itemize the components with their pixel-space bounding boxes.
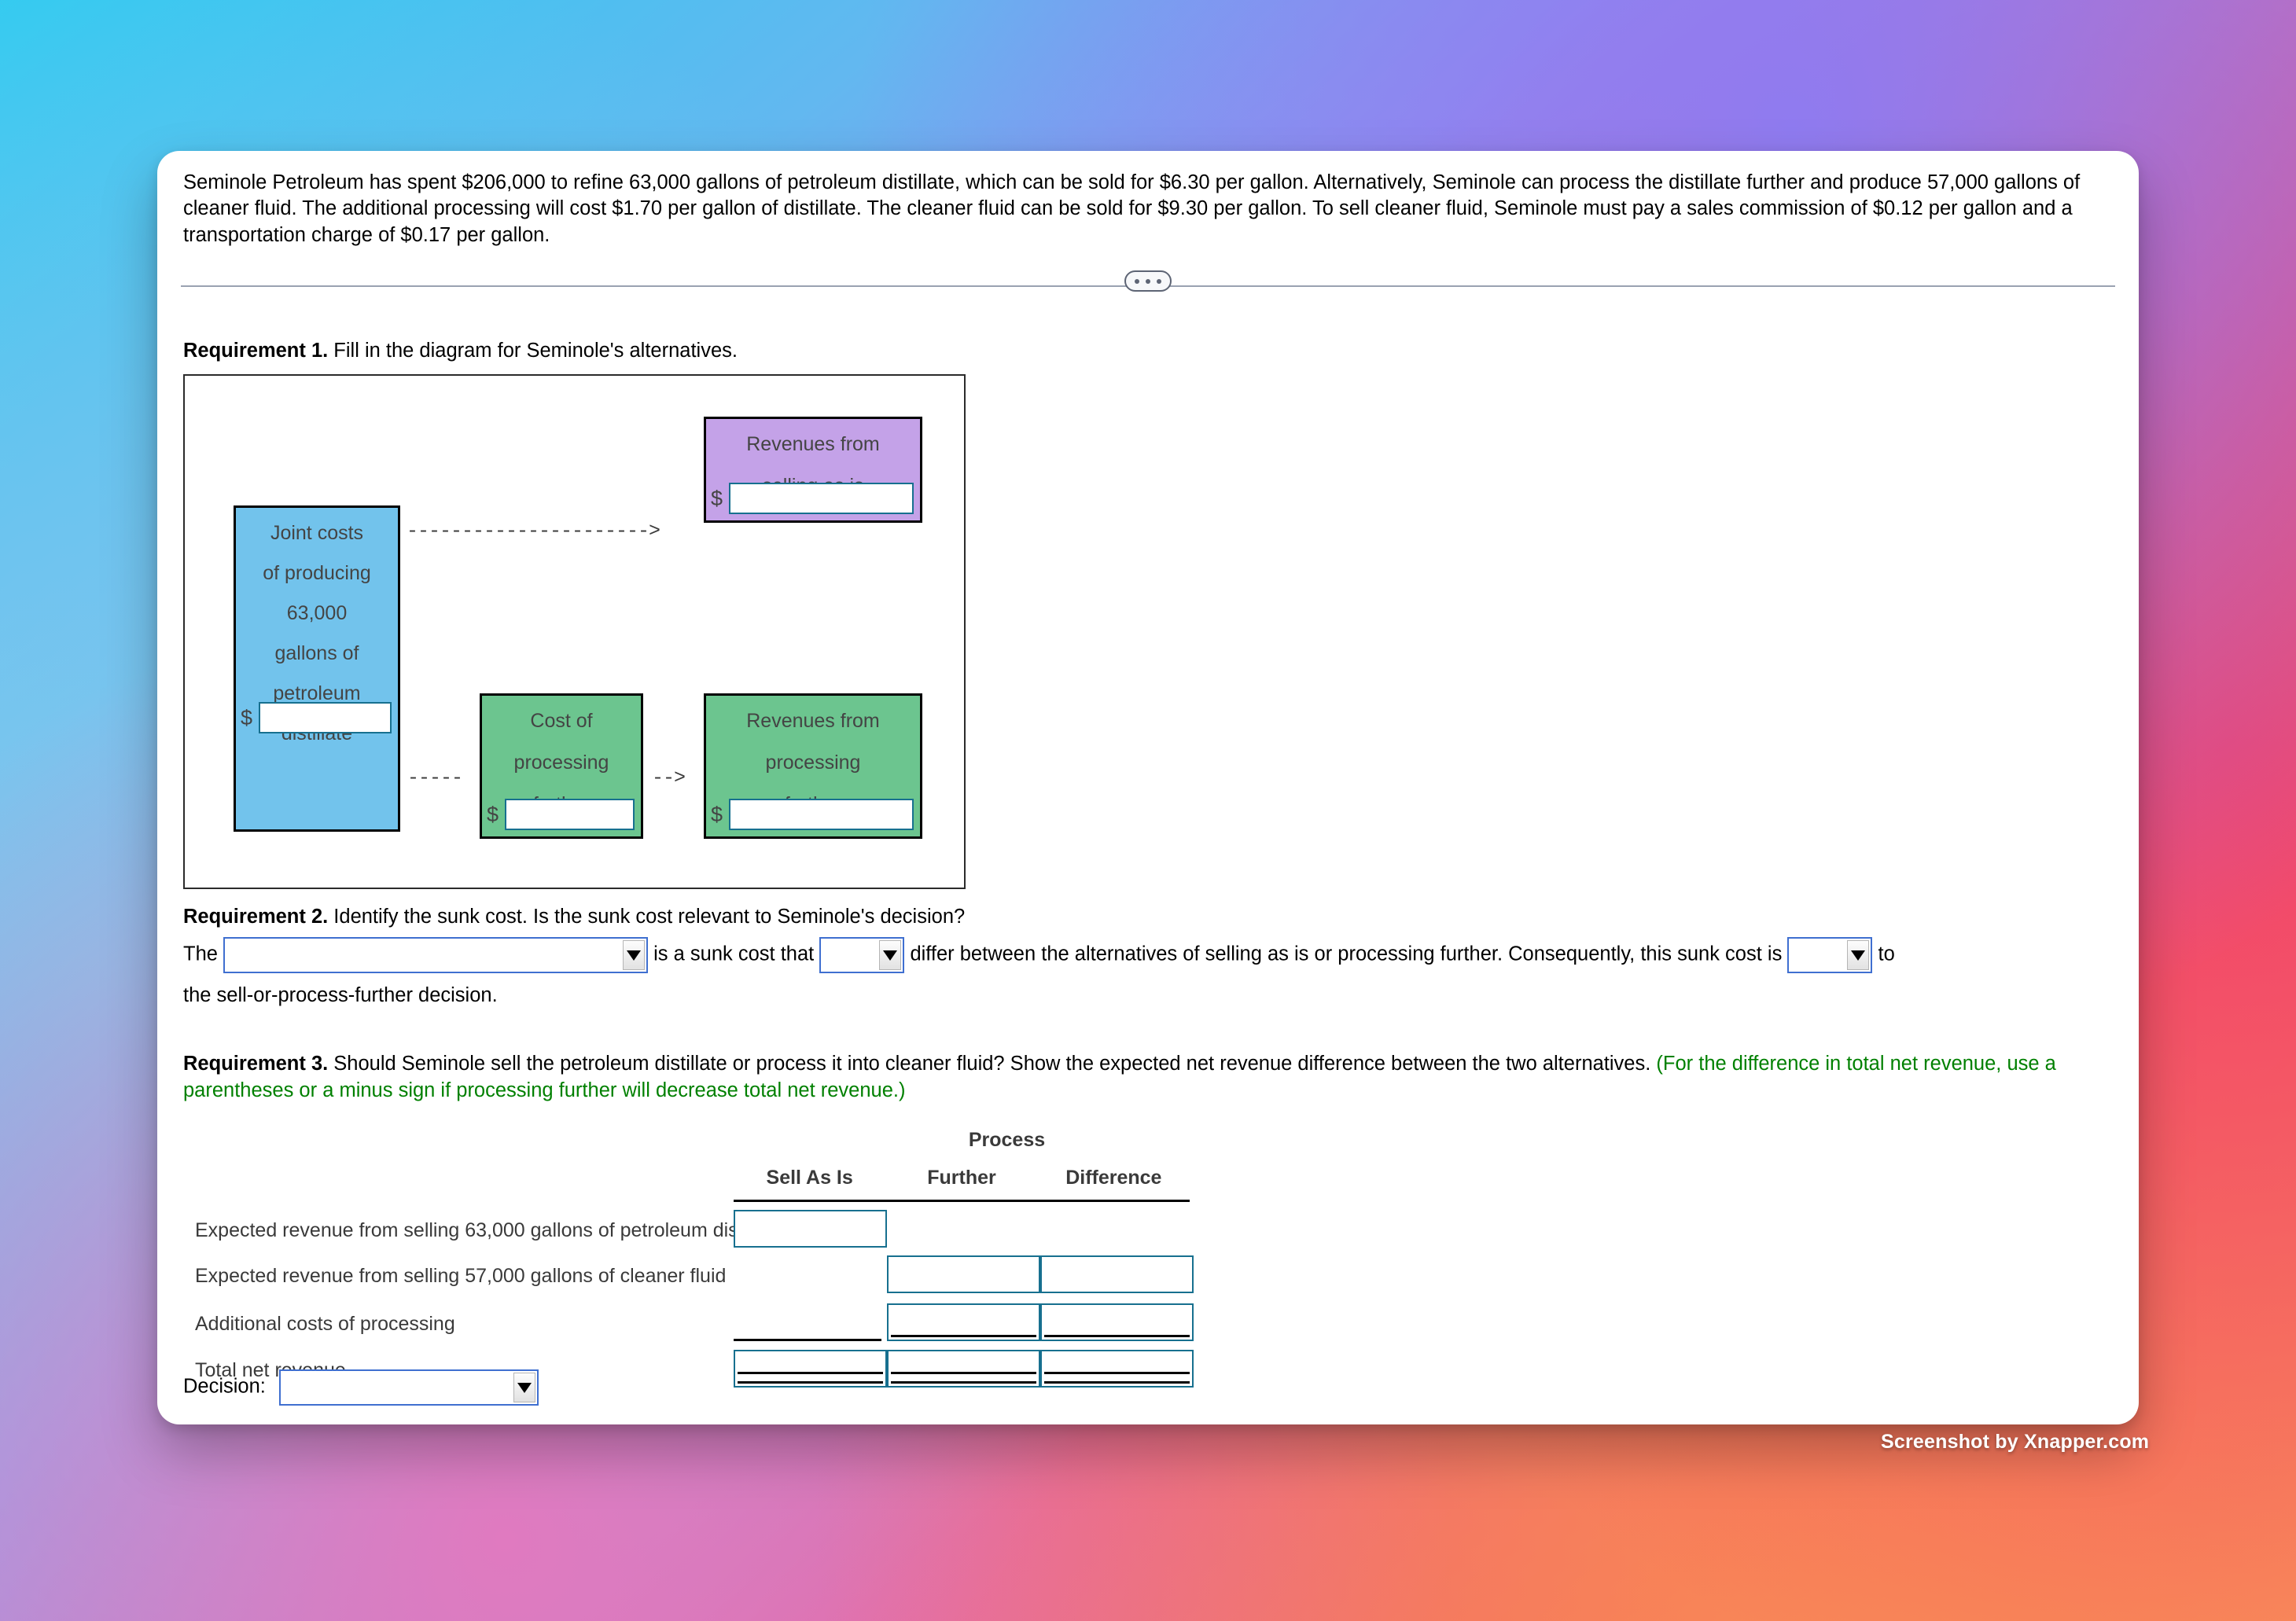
cell-difference[interactable] (1040, 1350, 1194, 1388)
joint-costs-line: 63,000 (286, 602, 348, 624)
relevance-dropdown[interactable] (1787, 937, 1873, 973)
table-row: Expected revenue from selling 63,000 gal… (183, 1210, 1300, 1253)
row-label: Additional costs of processing (195, 1313, 455, 1335)
row-label: Expected revenue from selling 57,000 gal… (195, 1265, 727, 1287)
chevron-down-icon[interactable] (879, 940, 902, 970)
revenues-selling-as-is-box: Revenues from selling as is $ (704, 417, 922, 523)
cost-further-input[interactable] (505, 799, 635, 830)
requirement-2-sentence: The is a sunk cost that differ between t… (183, 937, 2114, 973)
sentence-fragment-to: to (1878, 943, 1895, 965)
problem-card: Seminole Petroleum has spent $206,000 to… (157, 151, 2139, 1424)
decision-row: Decision: (183, 1369, 539, 1406)
dot-icon (1157, 278, 1161, 284)
requirement-3-label: Requirement 3. (183, 1053, 329, 1075)
cell-difference[interactable] (1040, 1303, 1194, 1341)
requirement-1-text: Fill in the diagram for Seminole's alter… (328, 340, 738, 362)
requirement-2-text: Identify the sunk cost. Is the sunk cost… (328, 906, 966, 928)
dot-icon (1135, 278, 1139, 284)
arrow-to-revenue-further: --> (652, 766, 686, 789)
column-header-difference: Difference (1065, 1167, 1162, 1189)
cell-sell-as-is[interactable] (734, 1210, 887, 1248)
requirement-2-sentence-continued: the sell-or-process-further decision. (183, 984, 498, 1006)
revenue-further-line: Revenues from (746, 710, 880, 732)
column-group-header-process: Process (968, 1129, 1046, 1151)
chevron-down-icon[interactable] (623, 940, 646, 970)
chevron-down-icon[interactable] (1847, 940, 1870, 970)
revenue-further-line: processing (765, 752, 861, 774)
requirement-3-heading: Requirement 3. Should Seminole sell the … (183, 1051, 2118, 1105)
joint-costs-box: Joint costs of producing 63,000 gallons … (234, 505, 400, 832)
cell-further[interactable] (887, 1350, 1040, 1388)
problem-statement: Seminole Petroleum has spent $206,000 to… (183, 171, 2081, 246)
dollar-sign: $ (241, 705, 253, 730)
sunk-cost-dropdown[interactable] (223, 937, 649, 973)
sentence-fragment-differ-between: differ between the alternatives of selli… (910, 943, 1783, 965)
dollar-sign: $ (711, 486, 723, 510)
chevron-down-icon[interactable] (513, 1373, 535, 1402)
revenues-processing-further-box: Revenues from processing further $ (704, 693, 922, 839)
sell-as-is-input[interactable] (729, 483, 914, 514)
requirement-2-heading: Requirement 2. Identify the sunk cost. I… (183, 904, 2114, 931)
cost-of-processing-further-box: Cost of processing further $ (480, 693, 643, 839)
dollar-sign: $ (487, 802, 499, 826)
sell-as-is-money-row: $ (711, 483, 914, 514)
joint-costs-money-row: $ (241, 702, 392, 733)
section-divider (181, 270, 2115, 302)
does-differ-dropdown[interactable] (819, 937, 905, 973)
xnapper-watermark: Screenshot by Xnapper.com (1881, 1431, 2150, 1453)
arrow-to-cost-further: ----- (407, 766, 463, 789)
decision-label: Decision: (183, 1375, 266, 1398)
cost-further-line: processing (513, 752, 609, 774)
arrow-to-sell-as-is: ----------------------> (407, 520, 660, 542)
table-row: Expected revenue from selling 57,000 gal… (183, 1255, 1300, 1299)
revenue-further-input[interactable] (729, 799, 914, 830)
alternatives-diagram: Joint costs of producing 63,000 gallons … (183, 374, 966, 889)
cell-further[interactable] (887, 1303, 1040, 1341)
more-options-button[interactable] (1124, 270, 1172, 292)
column-header-further: Further (927, 1167, 996, 1189)
dollar-sign: $ (711, 802, 723, 826)
row-label: Expected revenue from selling 63,000 gal… (195, 1219, 785, 1241)
requirement-2-label: Requirement 2. (183, 906, 329, 928)
column-header-sell-as-is: Sell As Is (766, 1167, 853, 1189)
joint-costs-line: gallons of (274, 642, 359, 664)
cost-further-money-row: $ (487, 799, 635, 830)
table-row: Additional costs of processing (183, 1303, 1300, 1347)
cell-further[interactable] (887, 1255, 1040, 1293)
requirement-3-text: Should Seminole sell the petroleum disti… (328, 1053, 1657, 1075)
subtotal-rule (734, 1339, 881, 1341)
joint-costs-line: petroleum (273, 682, 361, 704)
sentence-fragment-is-a-sunk-cost-that: is a sunk cost that (653, 943, 815, 965)
header-rule (734, 1200, 1190, 1202)
joint-costs-line: Joint costs (270, 522, 364, 544)
cost-further-line: Cost of (530, 710, 593, 732)
dot-icon (1146, 278, 1150, 284)
requirement-1-heading: Requirement 1. Fill in the diagram for S… (183, 338, 738, 365)
table-column-headers: Sell As Is Further Difference (734, 1167, 1190, 1189)
requirement-1-label: Requirement 1. (183, 340, 329, 362)
sell-as-is-line: Revenues from (746, 433, 880, 455)
joint-costs-input[interactable] (259, 702, 392, 733)
revenue-further-money-row: $ (711, 799, 914, 830)
cell-sell-as-is[interactable] (734, 1350, 887, 1388)
joint-costs-line: of producing (263, 562, 371, 584)
decision-dropdown[interactable] (278, 1369, 539, 1406)
cell-difference[interactable] (1040, 1255, 1194, 1293)
sentence-fragment-the: The (183, 943, 218, 965)
